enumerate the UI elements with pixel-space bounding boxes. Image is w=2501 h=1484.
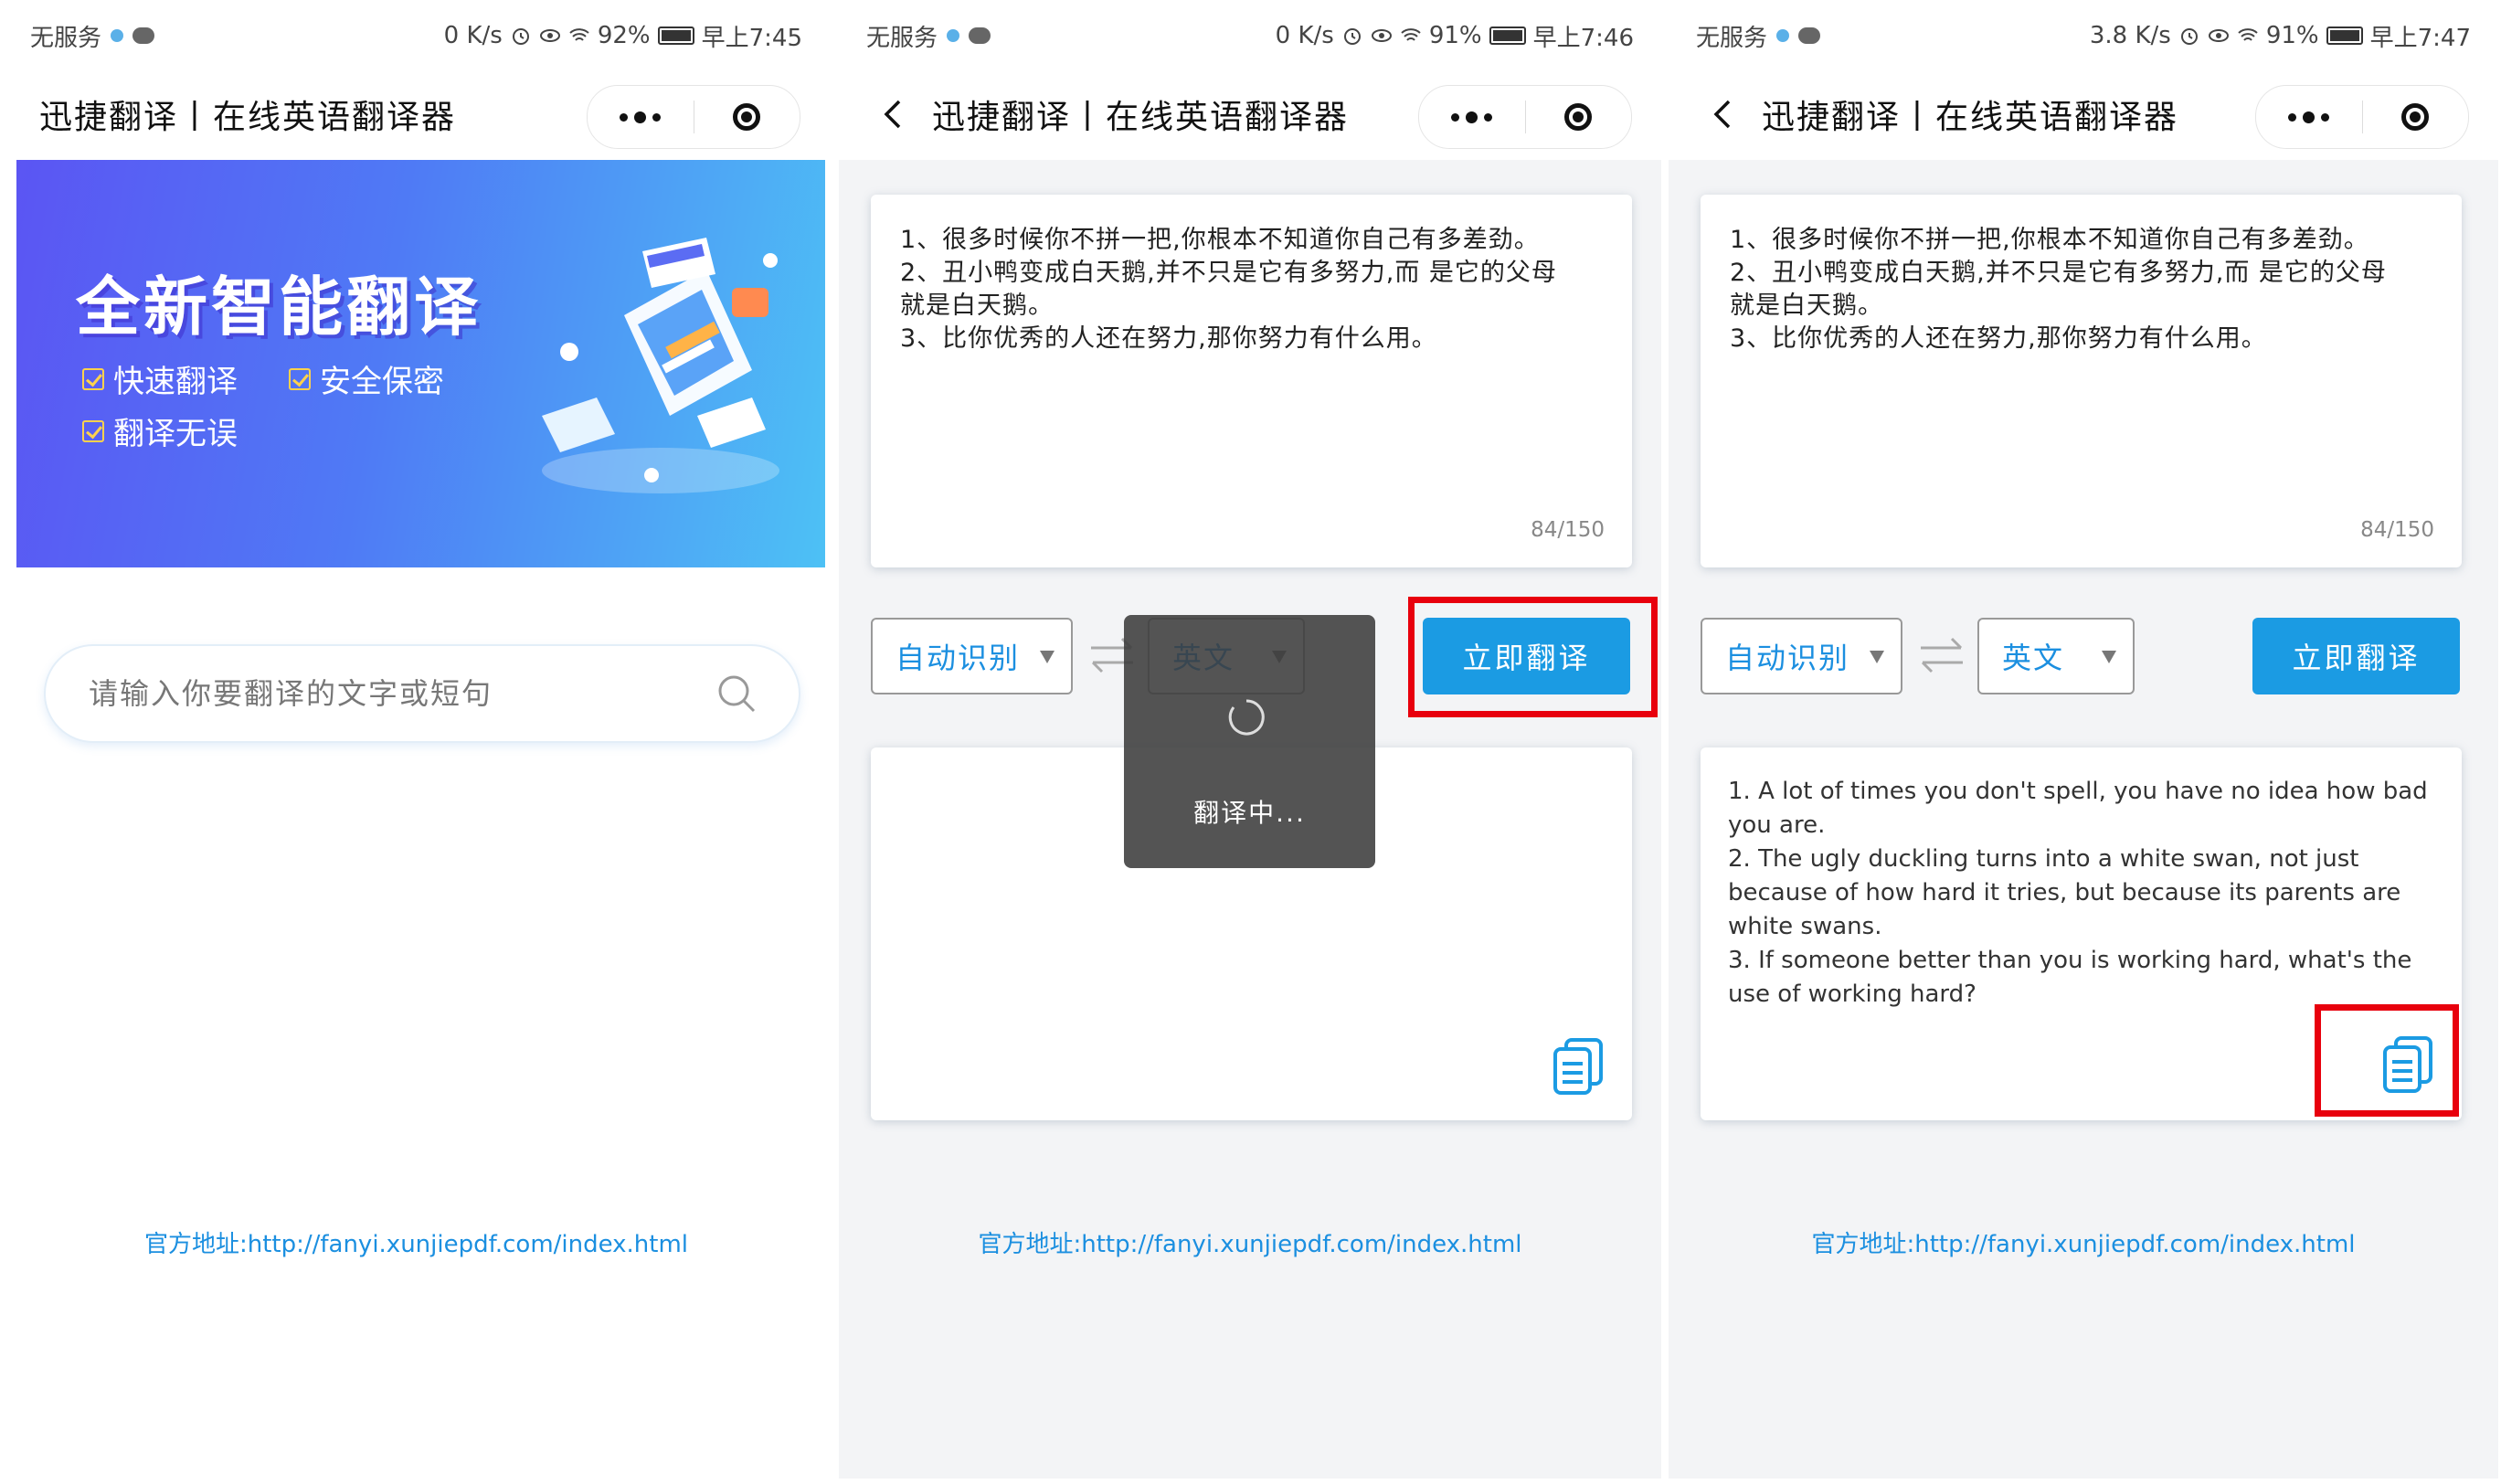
official-site-link[interactable]: 官方地址:http://fanyi.xunjiepdf.com/index.ht…: [1669, 1225, 2498, 1259]
page-title: 迅捷翻译丨在线英语翻译器: [1762, 99, 2179, 136]
feature-secure: 安全保密: [289, 356, 444, 401]
char-counter: 84/150: [2360, 518, 2434, 542]
clock: 早上7:46: [1532, 24, 1634, 52]
source-text-card[interactable]: 1、很多时候你不拼一把,你根本不知道你自己有多差劲。 2、丑小鸭变成白天鹅,并不…: [871, 195, 1632, 567]
location-icon: [111, 29, 124, 42]
translation-result: 1. A lot of times you don't spell, you h…: [1728, 778, 2428, 1008]
feature-accurate: 翻译无误: [82, 408, 238, 453]
loading-spinner-icon: [1228, 699, 1265, 736]
more-menu-button[interactable]: [588, 111, 694, 123]
translate-button-highlight: [1408, 597, 1658, 717]
network-speed: 0 K/s: [443, 22, 503, 49]
search-box[interactable]: [44, 644, 800, 743]
toast-message: 翻译中...: [1193, 798, 1306, 828]
battery-icon: [2326, 26, 2363, 45]
screen-home: 无服务 0 K/s 92% 早上7:45 迅捷翻译丨在线英语翻译器 全新智能翻译…: [3, 3, 830, 1479]
dropdown-arrow-icon: [1870, 651, 1884, 663]
carrier-text: 无服务: [30, 24, 102, 52]
search-icon[interactable]: [715, 673, 758, 715]
copy-icon-highlight: [2315, 1004, 2459, 1117]
search-input[interactable]: [87, 675, 715, 712]
feature-fast: 快速翻译: [82, 356, 238, 401]
more-menu-button[interactable]: [1419, 111, 1525, 123]
official-site-link[interactable]: 官方地址:http://fanyi.xunjiepdf.com/index.ht…: [839, 1225, 1661, 1259]
location-icon: [947, 29, 960, 42]
battery-percent: 91%: [1428, 22, 1482, 49]
dropdown-arrow-icon: [2102, 651, 2116, 663]
dropdown-arrow-icon: [1040, 651, 1054, 663]
source-text-card[interactable]: 1、很多时候你不拼一把,你根本不知道你自己有多差劲。 2、丑小鸭变成白天鹅,并不…: [1701, 195, 2462, 567]
mini-program-capsule: [1418, 85, 1632, 149]
source-language-select[interactable]: 自动识别: [871, 618, 1073, 694]
battery-percent: 91%: [2265, 22, 2319, 49]
carrier-text: 无服务: [1696, 24, 1768, 52]
location-icon: [1776, 29, 1790, 42]
alarm-icon: [2180, 28, 2198, 45]
clock: 早上7:45: [701, 24, 802, 52]
wechat-icon: [132, 27, 155, 44]
close-program-button[interactable]: [694, 103, 800, 131]
promo-banner[interactable]: 全新智能翻译 快速翻译 安全保密 翻译无误: [16, 160, 825, 567]
eye-icon: [1371, 29, 1392, 42]
battery-percent: 92%: [597, 22, 651, 49]
source-textarea[interactable]: 1、很多时候你不拼一把,你根本不知道你自己有多差劲。 2、丑小鸭变成白天鹅,并不…: [900, 224, 1591, 355]
loading-toast: 翻译中...: [1124, 615, 1375, 868]
wifi-icon: [2238, 28, 2258, 41]
wifi-icon: [569, 28, 589, 41]
eye-icon: [539, 29, 560, 42]
status-bar: 无服务 0 K/s 92% 早上7:45: [3, 3, 830, 69]
alarm-icon: [1343, 28, 1361, 45]
mini-program-capsule: [2255, 85, 2469, 149]
nav-bar: 迅捷翻译丨在线英语翻译器: [839, 69, 1661, 160]
target-language-select[interactable]: 英文: [1977, 618, 2135, 694]
nav-bar: 迅捷翻译丨在线英语翻译器: [1669, 69, 2498, 160]
screen-result: 无服务 3.8 K/s 91% 早上7:47 迅捷翻译丨在线英语翻译器 1、很多…: [1669, 3, 2498, 1479]
wifi-icon: [1401, 28, 1421, 41]
copy-icon[interactable]: [1552, 1036, 1606, 1095]
char-counter: 84/150: [1531, 518, 1605, 542]
checkbox-icon: [82, 419, 104, 442]
alarm-icon: [512, 28, 529, 45]
source-language-select[interactable]: 自动识别: [1701, 618, 1902, 694]
mini-program-capsule: [587, 85, 800, 149]
wechat-icon: [1798, 27, 1821, 44]
back-arrow-icon[interactable]: [1705, 96, 1742, 132]
banner-title: 全新智能翻译: [76, 270, 482, 344]
battery-icon: [657, 26, 694, 45]
clock: 早上7:47: [2369, 24, 2471, 52]
network-speed: 0 K/s: [1275, 22, 1334, 49]
page-title: 迅捷翻译丨在线英语翻译器: [932, 99, 1350, 136]
back-arrow-icon[interactable]: [875, 96, 912, 132]
carrier-text: 无服务: [866, 24, 938, 52]
close-program-button[interactable]: [1526, 103, 1632, 131]
status-bar: 无服务 3.8 K/s 91% 早上7:47: [1669, 3, 2498, 69]
close-program-button[interactable]: [2363, 103, 2469, 131]
wechat-icon: [969, 27, 991, 44]
nav-bar: 迅捷翻译丨在线英语翻译器: [3, 69, 830, 160]
checkbox-icon: [289, 367, 311, 390]
page-title: 迅捷翻译丨在线英语翻译器: [39, 99, 457, 136]
swap-languages-icon[interactable]: [1917, 633, 1966, 679]
checkbox-icon: [82, 367, 104, 390]
battery-icon: [1489, 26, 1526, 45]
status-bar: 无服务 0 K/s 91% 早上7:46: [839, 3, 1661, 69]
official-site-link[interactable]: 官方地址:http://fanyi.xunjiepdf.com/index.ht…: [3, 1225, 830, 1259]
source-textarea[interactable]: 1、很多时候你不拼一把,你根本不知道你自己有多差劲。 2、丑小鸭变成白天鹅,并不…: [1730, 224, 2421, 355]
network-speed: 3.8 K/s: [2089, 22, 2171, 49]
eye-icon: [2208, 29, 2229, 42]
translate-button[interactable]: 立即翻译: [2252, 618, 2460, 694]
more-menu-button[interactable]: [2256, 111, 2362, 123]
phone-illustration-icon: [542, 238, 779, 493]
